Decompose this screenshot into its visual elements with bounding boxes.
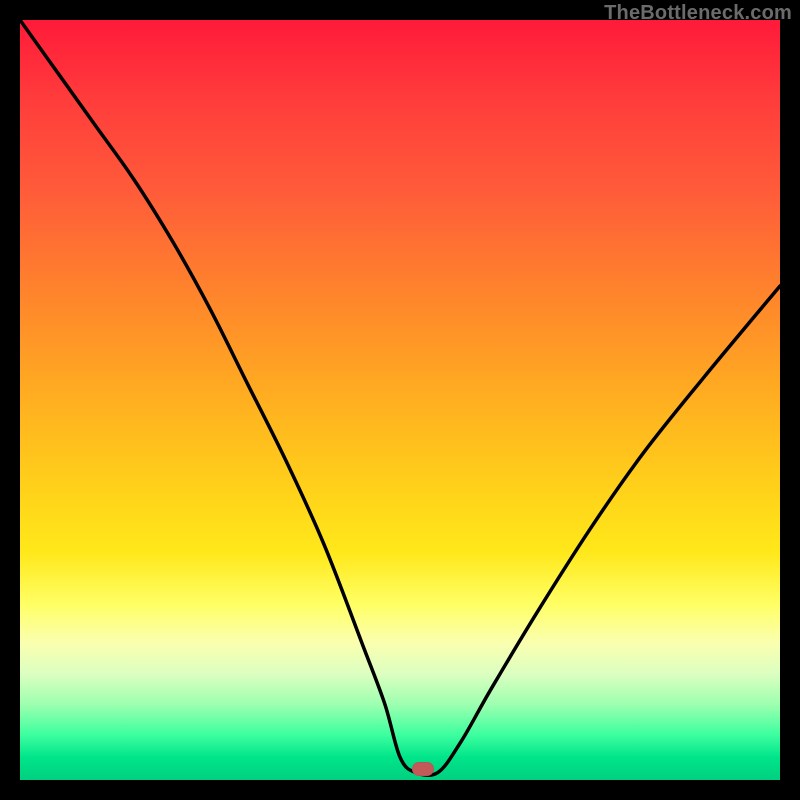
bottleneck-curve (20, 20, 780, 780)
curve-path (20, 20, 780, 775)
chart-frame: TheBottleneck.com (0, 0, 800, 800)
bottleneck-marker (412, 762, 434, 776)
plot-area (20, 20, 780, 780)
